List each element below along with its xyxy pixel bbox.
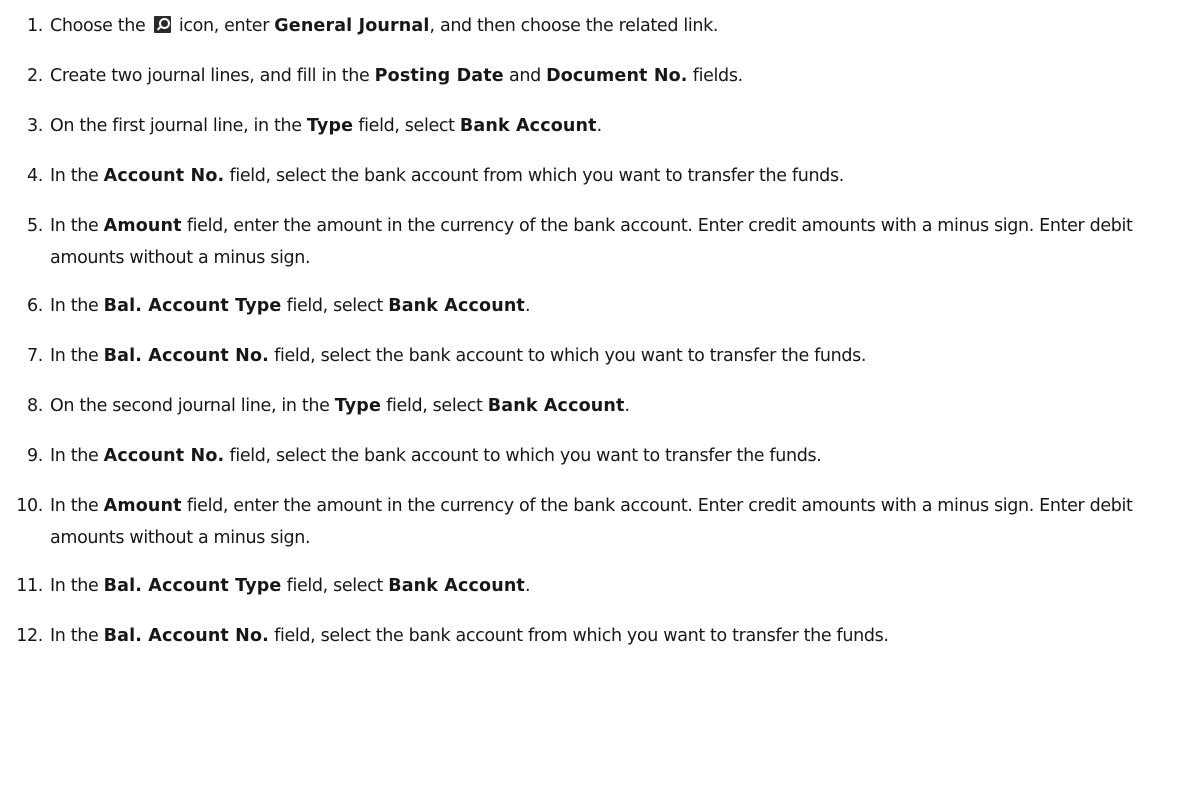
step-number: 7.	[27, 346, 43, 366]
step-text: In the Account No. field, select the ban…	[50, 440, 1197, 472]
step-text-run: field, select the bank account from whic…	[224, 166, 845, 186]
step-number: 10.	[16, 496, 43, 516]
step-item: 6. In the Bal. Account Type field, select…	[0, 290, 1197, 322]
step-text: In the Bal. Account Type field, select B…	[50, 290, 1197, 322]
step-text-run: fields.	[687, 66, 743, 86]
ui-term: Bank Account	[388, 296, 525, 316]
step-text-run: .	[596, 116, 603, 136]
step-number: 5.	[27, 216, 43, 236]
ui-term: Bank Account	[487, 396, 625, 416]
step-number: 11.	[16, 576, 43, 596]
step-item: 11. In the Bal. Account Type field, selec…	[0, 570, 1197, 602]
step-text-run: field, select the bank account to which …	[268, 346, 867, 366]
ui-term: Bank Account	[459, 116, 597, 136]
ui-term: Bal. Account No.	[103, 626, 269, 646]
step-number: 8.	[27, 396, 43, 416]
step-item: 5. In the Amount field, enter the amount …	[0, 210, 1197, 274]
step-number: 9.	[27, 446, 43, 466]
step-text: In the Account No. field, select the ban…	[50, 160, 1197, 192]
step-text: On the second journal line, in the Type …	[50, 390, 1197, 422]
step-number: 12.	[16, 626, 43, 646]
step-text-run: field, enter the amount in the currency …	[50, 216, 1133, 268]
step-text: In the Amount field, enter the amount in…	[50, 490, 1197, 554]
step-text-run: .	[624, 396, 631, 416]
step-text-run: .	[524, 576, 531, 596]
step-item: 7. In the Bal. Account No. field, select …	[0, 340, 1197, 372]
step-text-run: In the	[50, 166, 104, 186]
ui-term: Document No.	[546, 66, 688, 86]
step-text-run: In the	[50, 496, 104, 516]
ui-term: Type	[334, 396, 381, 416]
step-item: 1. Choose the icon, enter General Journal…	[0, 10, 1197, 42]
step-text-run: In the	[50, 296, 104, 316]
step-text: In the Bal. Account No. field, select th…	[50, 620, 1197, 652]
ui-term: Bal. Account Type	[103, 296, 282, 316]
step-text-run: field, select the bank account to which …	[224, 446, 822, 466]
step-text-run: In the	[50, 216, 104, 236]
step-text: In the Amount field, enter the amount in…	[50, 210, 1197, 274]
step-text-run: Create two journal lines, and fill in th…	[50, 66, 375, 86]
step-item: 2. Create two journal lines, and fill in …	[0, 60, 1197, 92]
step-text-run: field, select	[381, 396, 488, 416]
step-item: 9. In the Account No. field, select the b…	[0, 440, 1197, 472]
step-text: Choose the icon, enter General Journal, …	[50, 10, 1197, 42]
step-text-run: field, select	[353, 116, 460, 136]
step-text-run: , and then choose the related link.	[429, 16, 719, 36]
step-number: 3.	[27, 116, 43, 136]
step-text-run: In the	[50, 576, 104, 596]
ui-term: Type	[306, 116, 354, 136]
step-text-run: .	[524, 296, 531, 316]
step-text-run: In the	[50, 446, 104, 466]
step-text-run: field, enter the amount in the currency …	[50, 496, 1133, 548]
ui-term: Account No.	[103, 166, 225, 186]
step-text-run: On the second journal line, in the	[50, 396, 335, 416]
ui-term: Bal. Account Type	[103, 576, 282, 596]
step-text-run: In the	[50, 626, 104, 646]
search-icon	[153, 16, 171, 33]
step-text-run: field, select	[281, 576, 389, 596]
procedure-steps-list: 1. Choose the icon, enter General Journal…	[0, 0, 1197, 652]
step-item: 10. In the Amount field, enter the amount…	[0, 490, 1197, 554]
ui-term: Amount	[103, 496, 182, 516]
ui-term: General Journal	[274, 16, 430, 36]
step-text: In the Bal. Account No. field, select th…	[50, 340, 1197, 372]
step-text-run: field, select	[281, 296, 389, 316]
step-text-run: On the first journal line, in the	[50, 116, 307, 136]
ui-term: Bal. Account No.	[103, 346, 269, 366]
ui-term: Amount	[103, 216, 182, 236]
step-text: In the Bal. Account Type field, select B…	[50, 570, 1197, 602]
ui-term: Bank Account	[388, 576, 525, 596]
step-text-run: and	[503, 66, 547, 86]
step-item: 12. In the Bal. Account No. field, select…	[0, 620, 1197, 652]
step-number: 6.	[27, 296, 43, 316]
step-item: 3. On the first journal line, in the Type…	[0, 110, 1197, 142]
step-item: 8. On the second journal line, in the Typ…	[0, 390, 1197, 422]
step-text: Create two journal lines, and fill in th…	[50, 60, 1197, 92]
step-item: 4. In the Account No. field, select the b…	[0, 160, 1197, 192]
ui-term: Posting Date	[374, 66, 504, 86]
step-text-run: In the	[50, 346, 104, 366]
step-text-run: icon, enter	[173, 16, 275, 36]
step-number: 4.	[27, 166, 43, 186]
step-text-run: Choose the	[50, 16, 151, 36]
step-text: On the first journal line, in the Type f…	[50, 110, 1197, 142]
ui-term: Account No.	[103, 446, 225, 466]
step-text-run: field, select the bank account from whic…	[268, 626, 889, 646]
step-number: 2.	[27, 66, 43, 86]
step-number: 1.	[27, 16, 43, 36]
